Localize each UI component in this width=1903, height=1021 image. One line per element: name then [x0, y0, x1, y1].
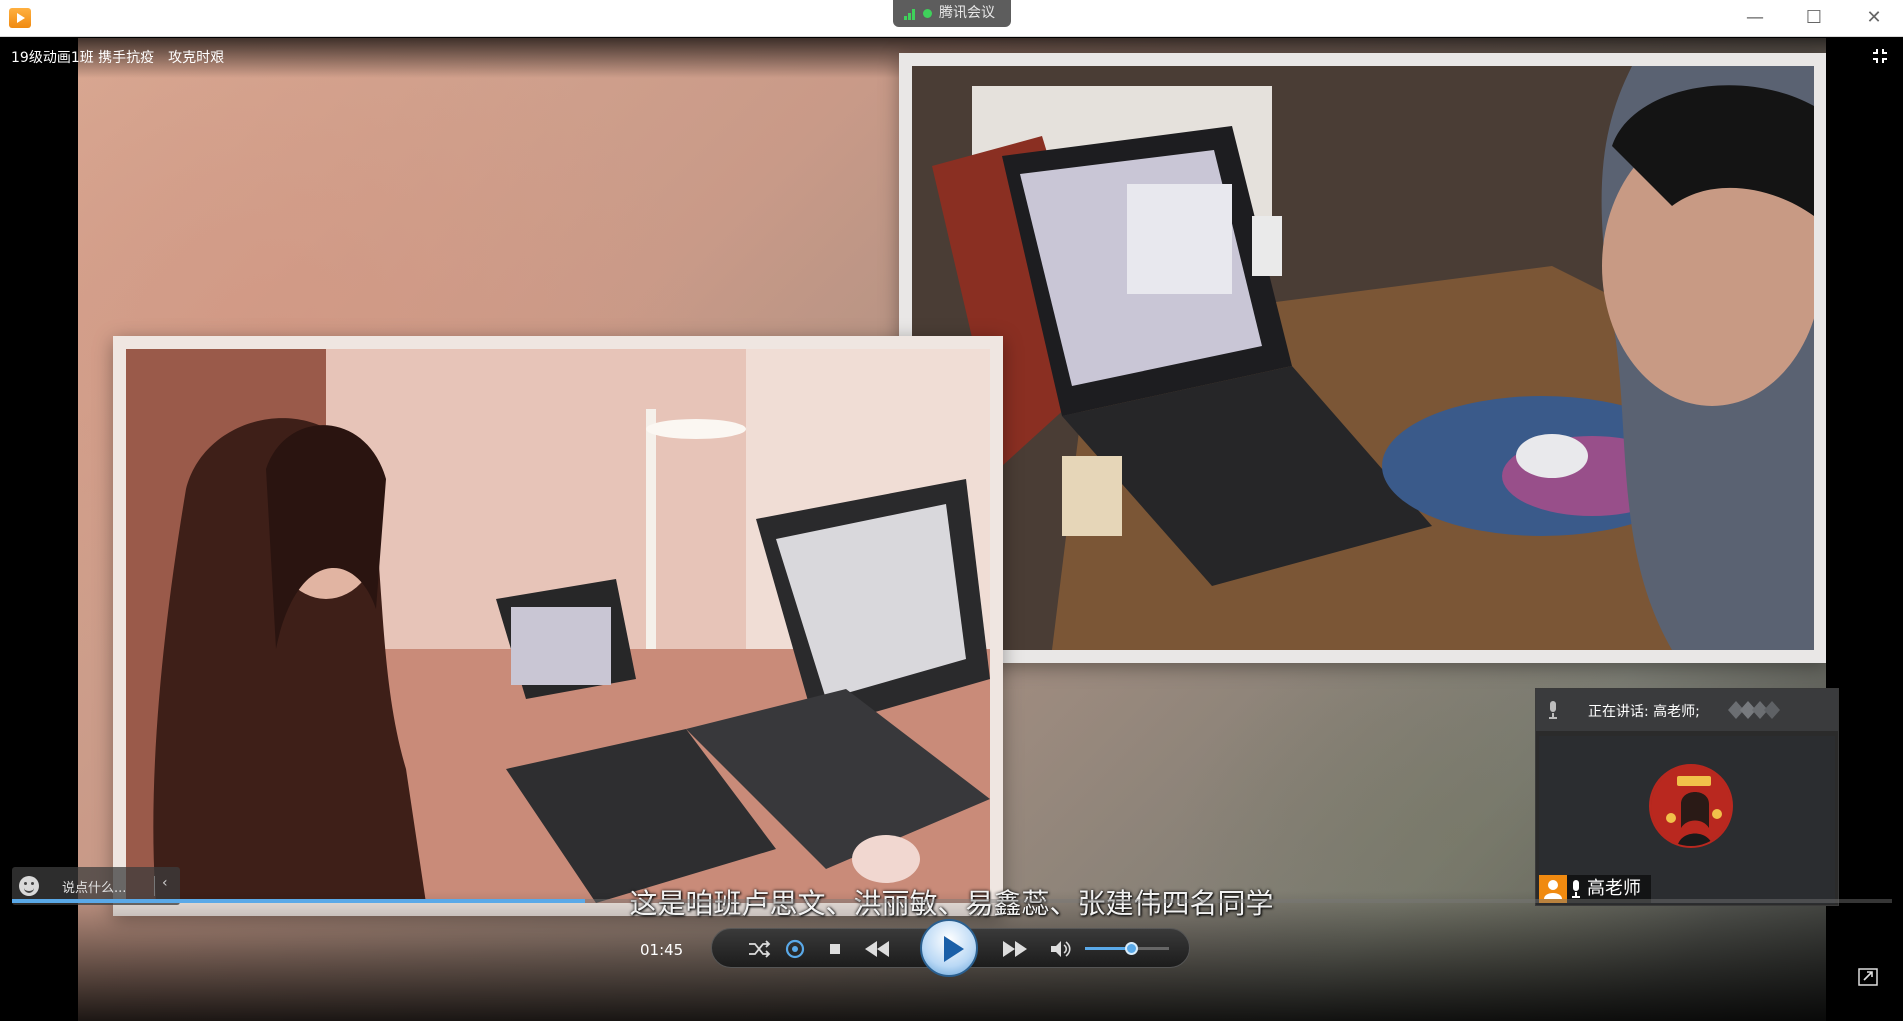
microphone-icon [1549, 701, 1557, 719]
minimize-button[interactable]: — [1742, 6, 1768, 30]
now-speaking-label: 正在讲话: 高老师; [1588, 704, 1700, 720]
pop-out-window-icon[interactable] [1858, 968, 1878, 986]
active-speaker-panel[interactable]: 正在讲话: 高老师; 高老师 [1535, 688, 1839, 906]
connection-status-icon [923, 9, 932, 18]
close-button[interactable]: ✕ [1861, 6, 1887, 30]
video-photo-right [899, 53, 1826, 663]
repeat-icon[interactable] [781, 936, 809, 962]
meeting-status-pill[interactable]: 腾讯会议 [893, 0, 1011, 27]
app-logo-icon [9, 8, 31, 28]
audio-level-icon [1728, 701, 1780, 719]
fast-forward-icon[interactable] [997, 936, 1033, 962]
shared-video-area[interactable]: 19级动画1班 携手抗疫 攻克时艰 说点什么... ‹ 正在讲话: 高老师; 高… [0, 38, 1903, 1021]
volume-slider[interactable] [1085, 942, 1169, 955]
volume-icon[interactable] [1046, 936, 1074, 962]
playback-progress-fill [12, 899, 586, 903]
window-titlebar: 腾讯会议 — ☐ ✕ [0, 0, 1903, 37]
signal-strength-icon [904, 9, 920, 20]
playback-progress-bar[interactable] [12, 899, 1892, 903]
meeting-app-label: 腾讯会议 [939, 5, 995, 21]
video-title: 19级动画1班 携手抗疫 攻克时艰 [11, 50, 225, 66]
speaker-panel-header: 正在讲话: 高老师; [1536, 689, 1838, 731]
shuffle-icon[interactable] [745, 936, 773, 962]
playback-time: 01:45 [640, 941, 684, 959]
play-button[interactable] [920, 919, 978, 977]
exit-fullscreen-icon[interactable] [1871, 47, 1889, 65]
maximize-button[interactable]: ☐ [1801, 6, 1827, 30]
avatar [1649, 764, 1733, 848]
video-photo-left [113, 336, 1003, 916]
rewind-icon[interactable] [859, 936, 895, 962]
stop-icon[interactable] [821, 936, 849, 962]
